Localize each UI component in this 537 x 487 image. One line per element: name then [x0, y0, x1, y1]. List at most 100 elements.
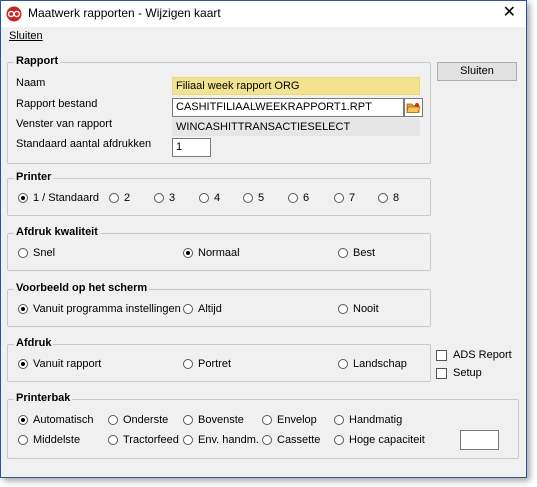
printerbak-option-automatisch[interactable]: Automatisch [18, 414, 94, 426]
radio-dot[interactable] [18, 193, 28, 203]
radio-dot[interactable] [334, 415, 344, 425]
voorbeeld-option-altijd[interactable]: Altijd [183, 303, 222, 315]
afdrukken-field[interactable]: 1 [172, 138, 211, 157]
radio-dot[interactable] [243, 193, 253, 203]
radio-label: Handmatig [349, 414, 403, 426]
radio-label: 6 [303, 192, 310, 204]
printer-legend: Printer [14, 171, 54, 183]
radio-label: Env. handm. [198, 434, 259, 446]
sluiten-button[interactable]: Sluiten [437, 62, 517, 81]
radio-label: Middelste [33, 434, 81, 446]
radio-dot[interactable] [338, 359, 348, 369]
kwaliteit-option-normaal[interactable]: Normaal [183, 247, 240, 259]
kwaliteit-option-best[interactable]: Best [338, 247, 375, 259]
radio-label: Snel [33, 247, 56, 259]
kwaliteit-legend: Afdruk kwaliteit [14, 226, 100, 238]
radio-dot[interactable] [109, 193, 119, 203]
radio-dot[interactable] [18, 304, 28, 314]
printerbak-option-cassette[interactable]: Cassette [262, 434, 320, 446]
radio-dot[interactable] [108, 435, 118, 445]
app-logo-icon [6, 6, 22, 22]
radio-dot[interactable] [378, 193, 388, 203]
browse-button[interactable] [404, 98, 423, 117]
voorbeeld-legend: Voorbeeld op het scherm [14, 282, 150, 294]
radio-dot[interactable] [108, 415, 118, 425]
dialog-window: Maatwerk rapporten - Wijzigen kaart ✕ Sl… [0, 0, 527, 478]
radio-label: Tractorfeed [123, 434, 179, 446]
radio-dot[interactable] [154, 193, 164, 203]
printer-option-4[interactable]: 4 [199, 192, 220, 204]
naam-field[interactable]: Filiaal week rapport ORG [172, 77, 420, 95]
radio-dot[interactable] [183, 248, 193, 258]
radio-label: Vanuit programma instellingen [33, 303, 181, 315]
afdruk-option-rapport[interactable]: Vanuit rapport [18, 358, 101, 370]
printerbak-option-handmatig[interactable]: Handmatig [334, 414, 402, 426]
afdrukken-label: Standaard aantal afdrukken [16, 138, 152, 150]
radio-label: Nooit [353, 303, 379, 315]
setup-checkbox[interactable]: Setup [436, 367, 482, 379]
radio-dot[interactable] [183, 435, 193, 445]
afdruk-legend: Afdruk [14, 337, 54, 349]
radio-label: 2 [124, 192, 131, 204]
afdruk-option-landschap[interactable]: Landschap [338, 358, 407, 370]
radio-dot[interactable] [262, 415, 272, 425]
window-close-icon[interactable]: ✕ [503, 5, 516, 21]
radio-label: Envelop [277, 414, 317, 426]
checkbox-label: Setup [453, 367, 482, 379]
printerbak-option-tractorfeed[interactable]: Tractorfeed [108, 434, 179, 446]
radio-dot[interactable] [334, 435, 344, 445]
ads-report-checkbox[interactable]: ADS Report [436, 349, 512, 361]
radio-dot[interactable] [288, 193, 298, 203]
radio-label: Vanuit rapport [33, 358, 102, 370]
radio-dot[interactable] [183, 304, 193, 314]
kwaliteit-option-snel[interactable]: Snel [18, 247, 55, 259]
kwaliteit-group: Afdruk kwaliteit Snel Normaal Best [7, 226, 431, 271]
printer-option-6[interactable]: 6 [288, 192, 309, 204]
printerbak-option-onderste[interactable]: Onderste [108, 414, 168, 426]
venster-label: Venster van rapport [16, 118, 113, 130]
printer-option-1[interactable]: 1 / Standaard [18, 192, 99, 204]
printer-group: Printer 1 / Standaard 2 3 4 5 6 7 8 [7, 171, 431, 216]
radio-dot[interactable] [199, 193, 209, 203]
radio-dot[interactable] [334, 193, 344, 203]
checkbox-box[interactable] [436, 349, 447, 361]
printerbak-option-hoge-capaciteit[interactable]: Hoge capaciteit [334, 434, 425, 446]
voorbeeld-option-programma[interactable]: Vanuit programma instellingen [18, 303, 181, 315]
bestand-field[interactable]: CASHITFILIAALWEEKRAPPORT1.RPT [172, 98, 404, 117]
radio-dot[interactable] [18, 415, 28, 425]
radio-dot[interactable] [18, 359, 28, 369]
menu-item-sluiten[interactable]: Sluiten [9, 30, 43, 42]
printerbak-option-envelop[interactable]: Envelop [262, 414, 317, 426]
printerbak-option-middelste[interactable]: Middelste [18, 434, 80, 446]
radio-dot[interactable] [338, 248, 348, 258]
printer-option-2[interactable]: 2 [109, 192, 130, 204]
printerbak-group: Printerbak Automatisch Onderste Bovenste… [7, 392, 519, 459]
radio-dot[interactable] [338, 304, 348, 314]
radio-label: Altijd [198, 303, 222, 315]
printer-option-3[interactable]: 3 [154, 192, 175, 204]
checkbox-box[interactable] [436, 367, 447, 379]
radio-label: Best [353, 247, 376, 259]
bestand-label: Rapport bestand [16, 98, 98, 110]
naam-label: Naam [16, 77, 46, 89]
printer-option-7[interactable]: 7 [334, 192, 355, 204]
dialog-body: Rapport Naam Filiaal week rapport ORG Ra… [1, 46, 526, 477]
printerbak-option-bovenste[interactable]: Bovenste [183, 414, 244, 426]
printerbak-custom-field[interactable] [460, 430, 499, 450]
radio-dot[interactable] [262, 435, 272, 445]
voorbeeld-option-nooit[interactable]: Nooit [338, 303, 379, 315]
radio-dot[interactable] [183, 415, 193, 425]
printer-option-8[interactable]: 8 [378, 192, 399, 204]
menu-bar: Sluiten [1, 27, 526, 46]
radio-dot[interactable] [18, 248, 28, 258]
printer-option-5[interactable]: 5 [243, 192, 264, 204]
radio-dot[interactable] [18, 435, 28, 445]
radio-label: Hoge capaciteit [349, 434, 425, 446]
afdruk-option-portret[interactable]: Portret [183, 358, 231, 370]
folder-open-icon [406, 103, 421, 113]
printerbak-option-env-handm[interactable]: Env. handm. [183, 434, 259, 446]
title-bar: Maatwerk rapporten - Wijzigen kaart ✕ [1, 1, 526, 27]
radio-label: 3 [169, 192, 176, 204]
radio-dot[interactable] [183, 359, 193, 369]
radio-label: Cassette [277, 434, 321, 446]
